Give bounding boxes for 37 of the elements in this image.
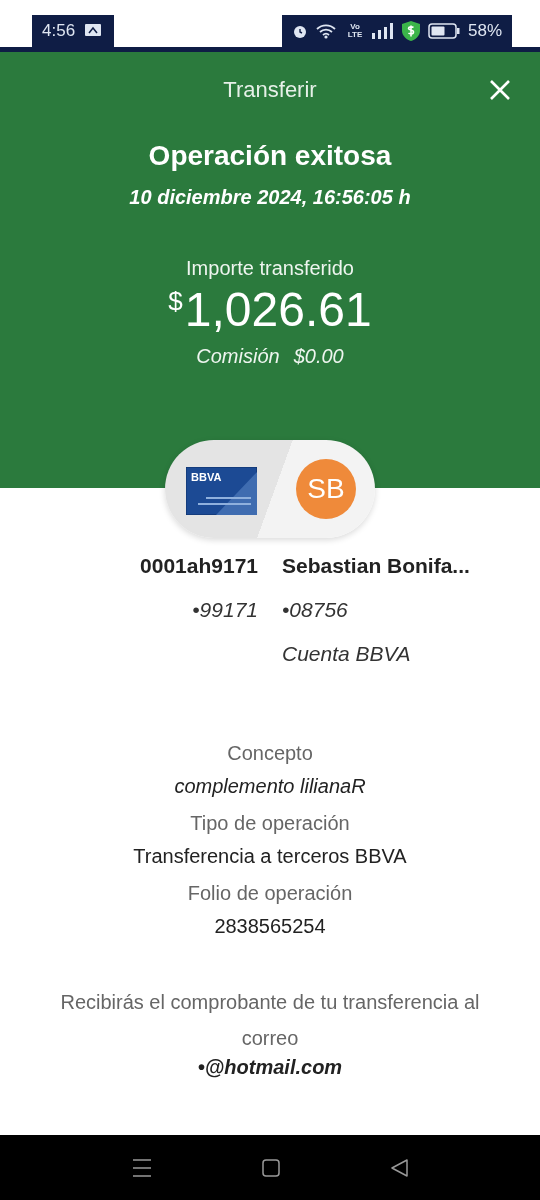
notification-icon <box>85 24 102 38</box>
detail-label: Tipo de operación <box>190 812 350 835</box>
detail-value: Transferencia a terceros BBVA <box>133 845 407 868</box>
recipient-bank: Cuenta BBVA <box>282 642 412 666</box>
signal-icon <box>371 23 394 39</box>
receipt-message: Recibirás el comprobante de tu transferencia al correo <box>59 990 481 1051</box>
email-address: •@hotmail.com <box>196 1056 344 1079</box>
card-brand: BBVA <box>191 471 222 483</box>
battery-percent: 58% <box>467 21 502 41</box>
menu-icon[interactable] <box>132 1158 152 1177</box>
close-icon[interactable] <box>488 78 512 102</box>
wifi-icon <box>315 23 338 39</box>
operation-date: 10 diciembre 2024, 16:56:05 h <box>129 186 411 209</box>
amount-label: Importe transferido <box>186 257 354 280</box>
origin-account: •99171 <box>192 598 258 622</box>
origin-name: 0001ah9171 <box>140 554 258 578</box>
fee-value: $0.00 <box>293 345 344 368</box>
recipient-avatar: SB <box>296 459 356 519</box>
currency-symbol: $ <box>168 286 183 317</box>
bank-card-icon <box>186 467 257 515</box>
recipient-name: Sebastian Bonifa... <box>282 554 471 578</box>
amount-value: 1,026.61 <box>184 282 372 337</box>
volte-label: Vo LTE <box>346 23 364 39</box>
status-time: 4:56 <box>42 21 76 41</box>
success-title: Operación exitosa <box>148 140 392 172</box>
battery-icon <box>427 23 460 39</box>
screen-title: Transferir <box>223 77 317 103</box>
alarm-icon <box>291 23 308 39</box>
detail-label: Folio de operación <box>187 882 353 905</box>
home-icon[interactable] <box>262 1158 280 1177</box>
fee-label: Comisión <box>196 345 280 368</box>
recipient-account: •08756 <box>282 598 349 622</box>
detail-value: complemento lilianaR <box>174 775 366 798</box>
detail-value: 2838565254 <box>214 915 326 938</box>
detail-label: Concepto <box>227 742 313 765</box>
back-icon[interactable] <box>390 1158 408 1177</box>
shield-icon <box>401 21 420 41</box>
